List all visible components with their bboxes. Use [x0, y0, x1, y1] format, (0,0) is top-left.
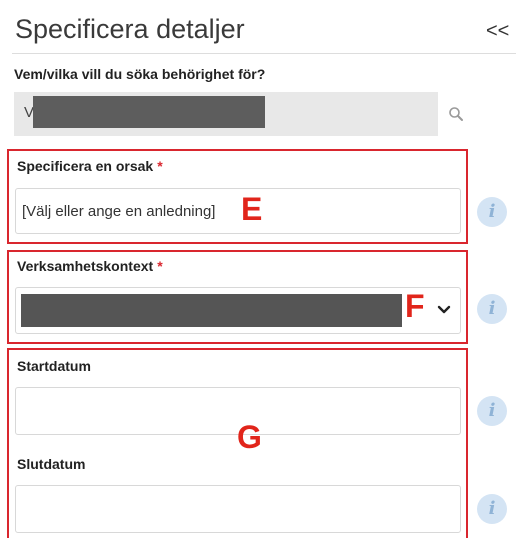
- title-divider: [12, 53, 516, 54]
- required-marker: *: [157, 258, 163, 274]
- info-glyph: i: [488, 201, 496, 222]
- search-button[interactable]: [438, 92, 474, 136]
- info-glyph: i: [488, 298, 496, 319]
- info-icon[interactable]: i: [477, 494, 507, 524]
- chevron-down-icon[interactable]: [433, 298, 455, 320]
- who-label: Vem/vilka vill du söka behörighet för?: [14, 66, 266, 82]
- context-label-text: Verksamhetskontext: [17, 258, 154, 274]
- callout-letter-g: G: [237, 419, 262, 455]
- info-glyph: i: [488, 498, 496, 519]
- context-label: Verksamhetskontext *: [17, 258, 163, 274]
- info-glyph: i: [488, 400, 496, 421]
- redaction-block: [21, 294, 402, 327]
- info-icon[interactable]: i: [477, 396, 507, 426]
- reason-label-text: Specificera en orsak: [17, 158, 154, 174]
- start-date-label: Startdatum: [17, 358, 91, 374]
- reason-label: Specificera en orsak *: [17, 158, 163, 174]
- search-icon: [449, 107, 463, 121]
- end-date-input[interactable]: [15, 485, 461, 533]
- redaction-block: [33, 96, 265, 128]
- required-marker: *: [157, 158, 163, 174]
- page-title: Specificera detaljer: [15, 14, 245, 44]
- collapse-panel-button[interactable]: <<: [486, 20, 509, 43]
- info-icon[interactable]: i: [477, 294, 507, 324]
- info-icon[interactable]: i: [477, 197, 507, 227]
- reason-input-value: [Välj eller ange en anledning]: [22, 203, 216, 220]
- callout-letter-e: E: [241, 191, 263, 227]
- end-date-label: Slutdatum: [17, 456, 86, 472]
- callout-letter-f: F: [405, 288, 425, 324]
